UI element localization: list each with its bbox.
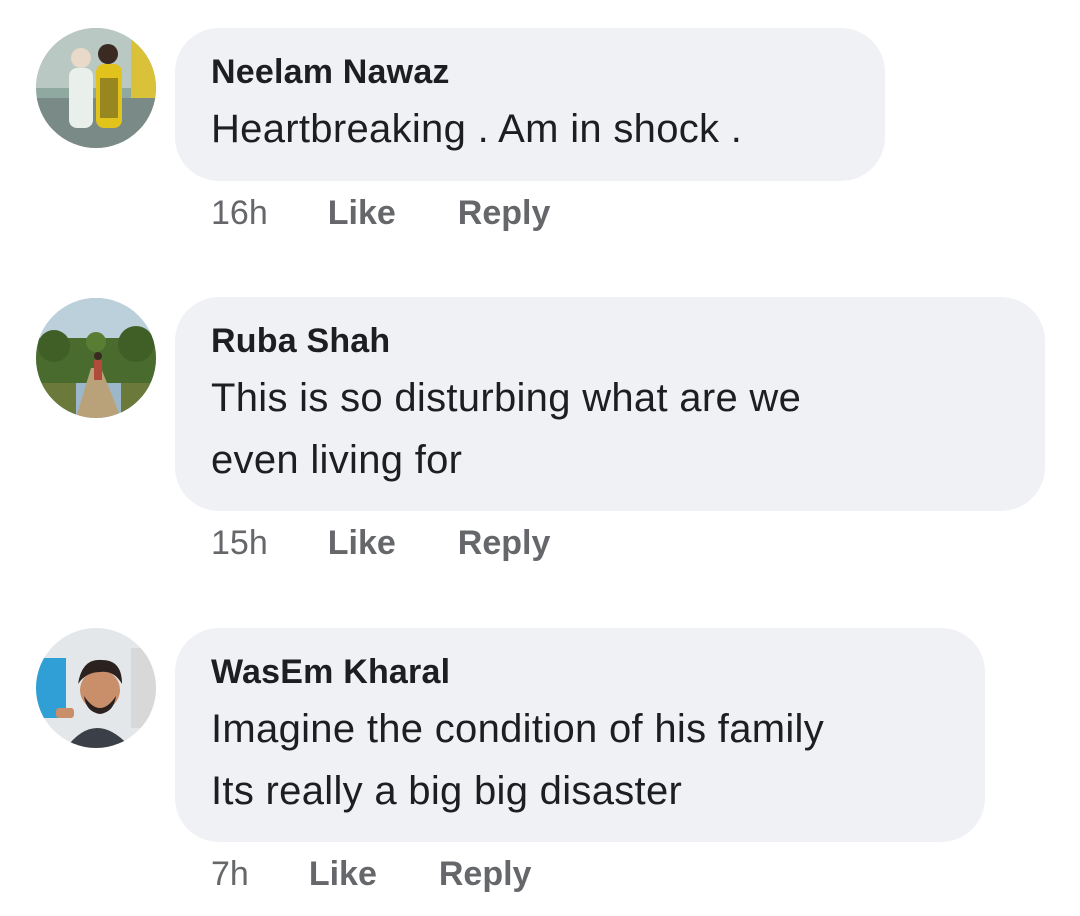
comment-timestamp[interactable]: 7h (211, 854, 249, 894)
comment-text-line: Its really a big big disaster (211, 769, 683, 813)
avatar-photo (36, 628, 156, 748)
avatar[interactable] (36, 628, 156, 748)
comment-bubble: WasEm Kharal Imagine the condition of hi… (175, 628, 985, 842)
comment-text: This is so disturbing what are we even l… (211, 367, 1009, 491)
like-button[interactable]: Like (328, 523, 396, 563)
avatar-photo (36, 28, 156, 148)
comment-actions: 16h Like Reply (211, 193, 550, 233)
like-button[interactable]: Like (328, 193, 396, 233)
avatar[interactable] (36, 298, 156, 418)
comment-author[interactable]: Ruba Shah (211, 321, 1009, 361)
comment-text: Heartbreaking . Am in shock . (211, 98, 849, 160)
comment-actions: 15h Like Reply (211, 523, 550, 563)
comment-text-line: even living for (211, 438, 463, 482)
comment-author[interactable]: Neelam Nawaz (211, 52, 849, 92)
reply-button[interactable]: Reply (458, 523, 551, 563)
comment-actions: 7h Like Reply (211, 854, 531, 894)
avatar[interactable] (36, 28, 156, 148)
comment-bubble: Ruba Shah This is so disturbing what are… (175, 297, 1045, 511)
comment-text-line: This is so disturbing what are we (211, 376, 802, 420)
comment-text-line: Heartbreaking . Am in shock . (211, 107, 743, 151)
comment-author[interactable]: WasEm Kharal (211, 652, 949, 692)
like-button[interactable]: Like (309, 854, 377, 894)
avatar-photo (36, 298, 156, 418)
comment-text: Imagine the condition of his family Its … (211, 698, 949, 822)
comment-timestamp[interactable]: 16h (211, 193, 268, 233)
comment-text-line: Imagine the condition of his family (211, 707, 825, 751)
comment-timestamp[interactable]: 15h (211, 523, 268, 563)
comment-bubble: Neelam Nawaz Heartbreaking . Am in shock… (175, 28, 885, 181)
reply-button[interactable]: Reply (439, 854, 532, 894)
reply-button[interactable]: Reply (458, 193, 551, 233)
